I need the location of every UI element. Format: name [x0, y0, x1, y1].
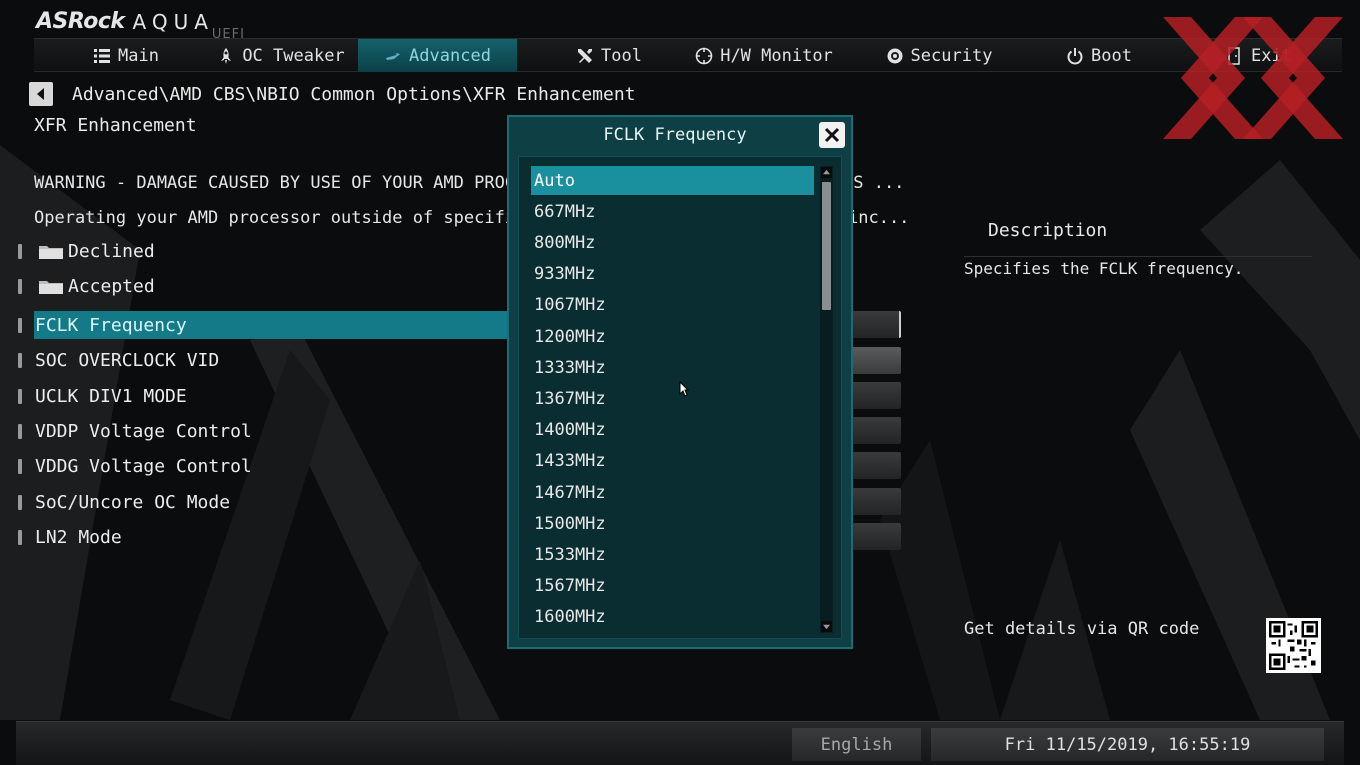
folder-icon: [39, 246, 63, 259]
row-marker: [18, 495, 22, 510]
setting-label: FCLK Frequency: [35, 314, 187, 336]
brand-name: ASRock: [36, 9, 125, 34]
brand-product: AQUA: [132, 10, 214, 34]
folder-label: Declined: [68, 240, 155, 262]
row-marker: [18, 424, 22, 439]
warning-line-1: WARNING - DAMAGE CAUSED BY USE OF YOUR A…: [34, 173, 567, 193]
option-item[interactable]: 1467MHz: [531, 478, 814, 507]
tab-main[interactable]: Main: [66, 39, 186, 72]
star-icon: [386, 52, 401, 60]
breadcrumb: Advanced\AMD CBS\NBIO Common Options\XFR…: [72, 84, 636, 105]
row-marker: [18, 459, 22, 474]
tab-tool[interactable]: Tool: [544, 39, 674, 72]
option-item[interactable]: 1400MHz: [531, 416, 814, 445]
dialog-title: FCLK Frequency: [603, 125, 747, 145]
option-item[interactable]: 1333MHz: [531, 353, 814, 382]
power-icon: [1067, 47, 1083, 64]
qr-code[interactable]: [1266, 618, 1321, 673]
monitor-icon: [695, 47, 713, 64]
close-button[interactable]: [819, 122, 845, 148]
qr-code-icon: [1269, 621, 1318, 670]
row-marker: [18, 279, 22, 294]
setting-label: UCLK DIV1 MODE: [35, 385, 187, 407]
tab-advanced-label: Advanced: [409, 45, 491, 66]
scrollbar[interactable]: [820, 166, 833, 633]
tab-security[interactable]: Security: [864, 39, 1014, 72]
warning-line-2: Operating your AMD processor outside of …: [34, 208, 567, 228]
tab-hw-monitor-label: H/W Monitor: [720, 45, 833, 66]
back-button[interactable]: [29, 82, 53, 106]
folder-icon: [39, 281, 63, 294]
close-icon: [824, 127, 840, 143]
brand-logo: ASRock AQUA UEFI: [36, 6, 245, 42]
option-item[interactable]: 1367MHz: [531, 384, 814, 413]
option-item[interactable]: 933MHz: [531, 260, 814, 289]
scrollbar-thumb[interactable]: [822, 182, 831, 310]
tab-tool-label: Tool: [601, 45, 642, 66]
tools-icon: [578, 48, 593, 63]
option-item[interactable]: 1600MHz: [531, 603, 814, 632]
option-item[interactable]: 1067MHz: [531, 291, 814, 320]
tab-main-label: Main: [118, 45, 159, 66]
description-divider: [964, 256, 1312, 257]
main-nav: Main OC Tweaker Advanced Tool H/W Monito…: [34, 38, 1342, 72]
date-time-display: Fri 11/15/2019, 16:55:19: [931, 728, 1324, 761]
setting-label: SoC/Uncore OC Mode: [35, 491, 231, 513]
row-marker: [18, 530, 22, 545]
setting-label: VDDG Voltage Control: [35, 455, 252, 477]
chevron-down-icon: [823, 624, 830, 630]
option-list: Auto 667MHz 800MHz 933MHz 1067MHz 1200MHz 1333…: [518, 156, 842, 639]
tab-advanced[interactable]: Advanced: [358, 39, 517, 72]
option-item[interactable]: 1433MHz: [531, 447, 814, 476]
option-item[interactable]: 1500MHz: [531, 509, 814, 538]
option-item[interactable]: 1200MHz: [531, 322, 814, 351]
watermark-logo: [1163, 17, 1343, 139]
warning-line-2-tail: inc...: [848, 208, 910, 228]
option-item[interactable]: 667MHz: [531, 197, 814, 226]
language-button[interactable]: English: [792, 728, 921, 761]
mouse-cursor-icon: [679, 381, 689, 397]
row-marker: [18, 353, 22, 368]
tab-oc-tweaker[interactable]: OC Tweaker: [206, 39, 356, 72]
description-title: Description: [988, 220, 1108, 241]
row-marker: [18, 244, 22, 259]
page-title: XFR Enhancement: [34, 115, 197, 136]
qr-caption: Get details via QR code: [964, 619, 1200, 639]
list-icon: [94, 48, 111, 63]
back-arrow-icon: [37, 88, 44, 100]
option-item[interactable]: Auto: [531, 166, 814, 195]
option-item[interactable]: 1533MHz: [531, 540, 814, 569]
setting-label: SOC OVERCLOCK VID: [35, 349, 220, 371]
option-item[interactable]: 800MHz: [531, 228, 814, 257]
scroll-up-button[interactable]: [821, 167, 832, 178]
row-marker: [18, 318, 22, 333]
tab-oc-tweaker-label: OC Tweaker: [242, 45, 345, 66]
scroll-down-button[interactable]: [821, 621, 832, 632]
rocket-icon: [221, 47, 232, 64]
tab-security-label: Security: [910, 45, 993, 66]
description-text: Specifies the FCLK frequency.: [964, 259, 1244, 278]
chevron-up-icon: [823, 169, 830, 175]
shield-icon: [887, 48, 903, 63]
folder-label: Accepted: [68, 275, 155, 297]
option-item[interactable]: 1567MHz: [531, 572, 814, 601]
tab-boot[interactable]: Boot: [1044, 39, 1154, 72]
tab-boot-label: Boot: [1091, 45, 1132, 66]
tab-hw-monitor[interactable]: H/W Monitor: [694, 39, 834, 72]
setting-label: LN2 Mode: [35, 526, 122, 548]
row-marker: [18, 389, 22, 404]
setting-label: VDDP Voltage Control: [35, 420, 252, 442]
